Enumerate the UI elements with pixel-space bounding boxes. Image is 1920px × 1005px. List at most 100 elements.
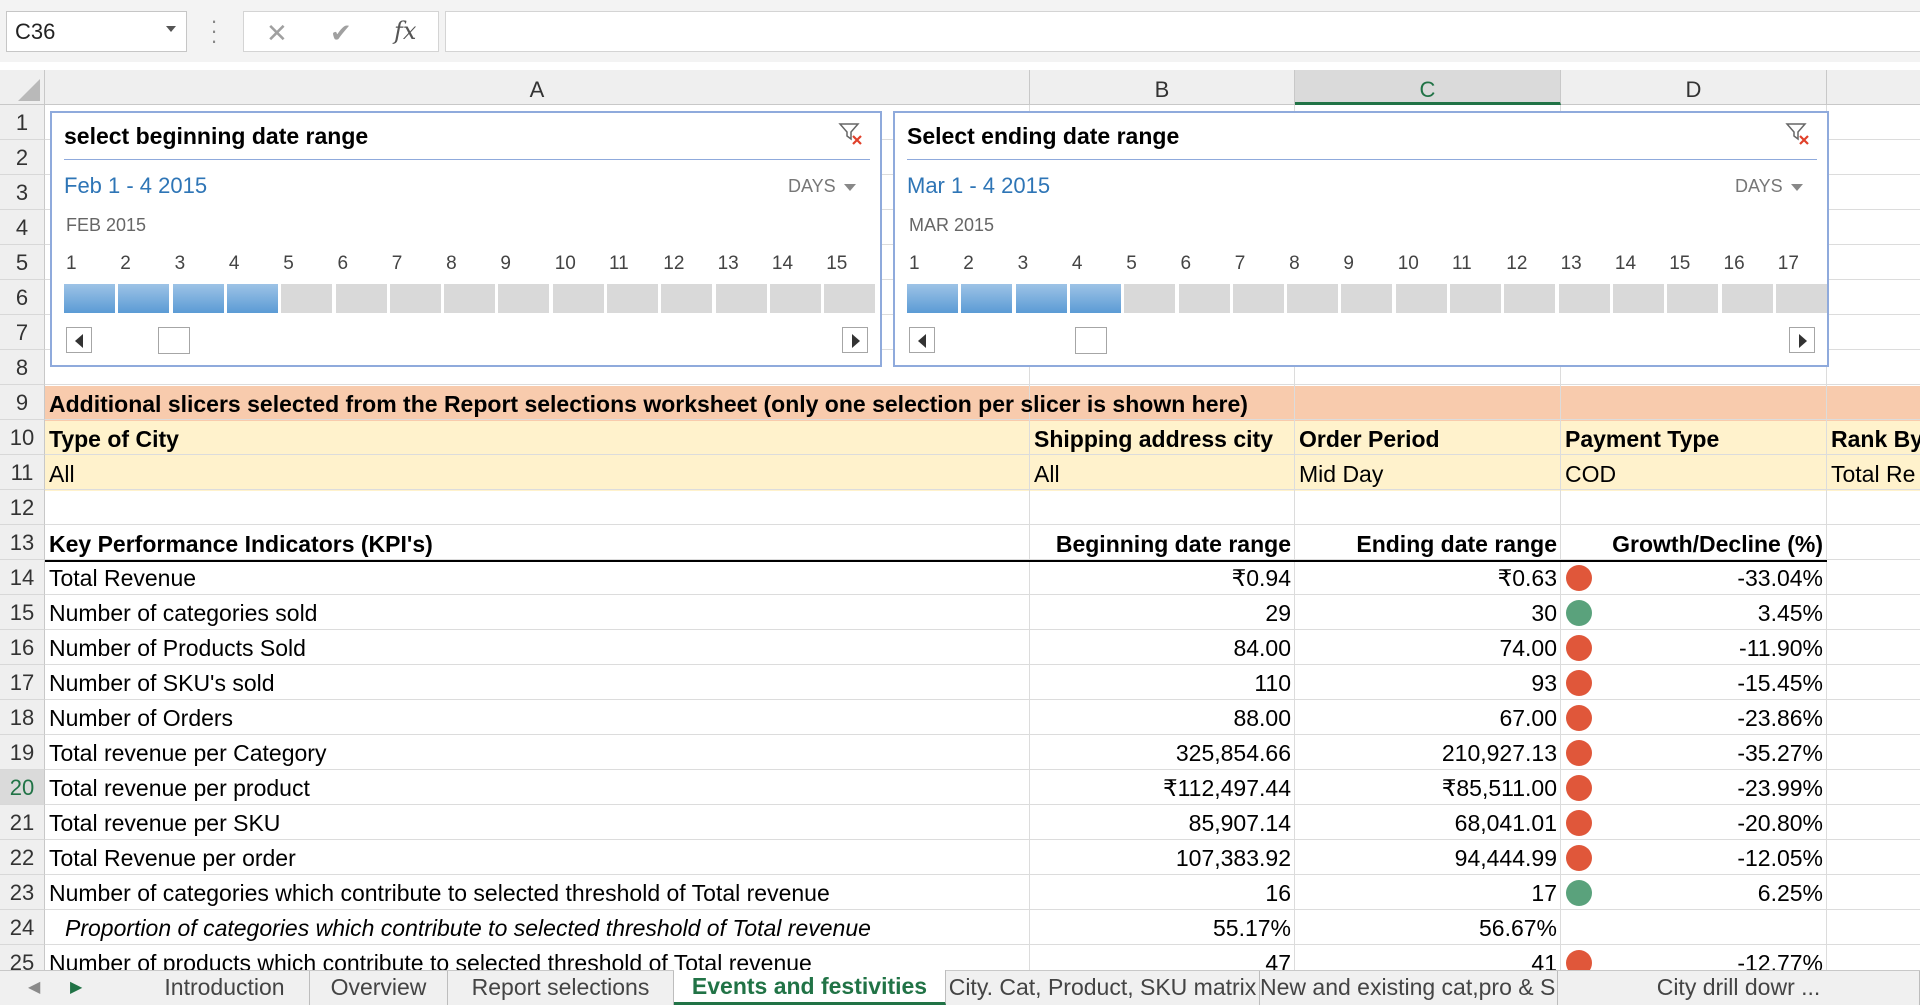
timeline-day-bar[interactable] bbox=[1450, 284, 1501, 313]
sheet-tab[interactable]: Introduction bbox=[140, 971, 310, 1005]
kpi-begin-value[interactable]: 84.00 bbox=[1030, 630, 1295, 665]
row-header-21[interactable]: 21 bbox=[0, 805, 45, 840]
select-all-button[interactable] bbox=[0, 70, 45, 105]
filter-header-city-type[interactable]: Type of City bbox=[45, 421, 1030, 456]
sheet-tab[interactable]: City drill dowr ... bbox=[1558, 971, 1920, 1005]
kpi-growth-value[interactable]: -12.05% bbox=[1561, 840, 1827, 875]
tab-scroll-left-icon[interactable]: ◀ bbox=[28, 977, 40, 997]
enter-icon[interactable]: ✔ bbox=[330, 18, 352, 49]
kpi-label[interactable]: Number of categories sold bbox=[45, 595, 1030, 630]
kpi-header-growth[interactable]: Growth/Decline (%) bbox=[1561, 526, 1827, 561]
kpi-growth-value[interactable]: -15.45% bbox=[1561, 665, 1827, 700]
sheet-tab[interactable]: Events and festivities bbox=[674, 970, 946, 1005]
filter-value-order-period[interactable]: Mid Day bbox=[1295, 456, 1561, 491]
row-header-11[interactable]: 11 bbox=[0, 455, 45, 490]
sheet-tab[interactable]: Overview bbox=[310, 971, 448, 1005]
scroll-left-icon[interactable] bbox=[909, 327, 935, 353]
tab-scroll-right-icon[interactable]: ▶ bbox=[70, 977, 82, 997]
filter-header-payment-type[interactable]: Payment Type bbox=[1561, 421, 1827, 456]
kpi-end-value[interactable]: 67.00 bbox=[1295, 700, 1561, 735]
timeline-day-bar[interactable] bbox=[1612, 284, 1664, 313]
timeline-day-bar[interactable] bbox=[552, 284, 604, 313]
timeline-day-bar[interactable] bbox=[715, 284, 767, 313]
timeline-day-bar[interactable] bbox=[1558, 284, 1610, 313]
kpi-label[interactable]: Total revenue per SKU bbox=[45, 805, 1030, 840]
row-header-2[interactable]: 2 bbox=[0, 140, 45, 175]
timeline-day-bar[interactable] bbox=[769, 284, 821, 313]
row-header-18[interactable]: 18 bbox=[0, 700, 45, 735]
kpi-begin-value[interactable]: ₹0.94 bbox=[1030, 560, 1295, 595]
timeline-day-bar[interactable] bbox=[1287, 284, 1339, 313]
row-header-5[interactable]: 5 bbox=[0, 245, 45, 280]
slicer-level-dropdown[interactable]: DAYS bbox=[788, 176, 856, 197]
timeline-day-bar[interactable] bbox=[335, 284, 387, 313]
row-header-24[interactable]: 24 bbox=[0, 910, 45, 945]
filter-header-rank-by[interactable]: Rank By bbox=[1827, 421, 1920, 456]
kpi-label[interactable]: Total revenue per Category bbox=[45, 735, 1030, 770]
kpi-begin-value[interactable]: 107,383.92 bbox=[1030, 840, 1295, 875]
kpi-end-value[interactable]: 93 bbox=[1295, 665, 1561, 700]
timeline-day-bar[interactable] bbox=[1504, 284, 1556, 313]
timeline-day-bar[interactable] bbox=[1124, 284, 1176, 313]
timeline-day-bar[interactable] bbox=[281, 284, 333, 313]
scroll-right-icon[interactable] bbox=[842, 327, 868, 353]
row-header-16[interactable]: 16 bbox=[0, 630, 45, 665]
kpi-growth-value[interactable] bbox=[1561, 910, 1827, 945]
clear-filter-icon[interactable] bbox=[838, 121, 864, 147]
kpi-label[interactable]: Number of SKU's sold bbox=[45, 665, 1030, 700]
kpi-end-value[interactable]: 210,927.13 bbox=[1295, 735, 1561, 770]
timeline-day-bar[interactable] bbox=[226, 284, 278, 313]
formula-input[interactable] bbox=[445, 11, 1920, 52]
chevron-down-icon[interactable] bbox=[166, 26, 176, 32]
sheet-tab[interactable]: Report selections bbox=[448, 971, 674, 1005]
row-header-6[interactable]: 6 bbox=[0, 280, 45, 315]
kpi-end-value[interactable]: 94,444.99 bbox=[1295, 840, 1561, 875]
kpi-label[interactable]: Total Revenue per order bbox=[45, 840, 1030, 875]
row-header-3[interactable]: 3 bbox=[0, 175, 45, 210]
timeline-day-bar[interactable] bbox=[961, 284, 1013, 313]
scroll-right-icon[interactable] bbox=[1789, 327, 1815, 353]
column-header-a[interactable]: A bbox=[45, 70, 1030, 105]
kpi-begin-value[interactable]: 325,854.66 bbox=[1030, 735, 1295, 770]
timeline-day-bar[interactable] bbox=[607, 284, 658, 313]
sheet-tab[interactable]: New and existing cat,pro & SKU bbox=[1260, 971, 1558, 1005]
row-header-19[interactable]: 19 bbox=[0, 735, 45, 770]
row-header-23[interactable]: 23 bbox=[0, 875, 45, 910]
kpi-begin-value[interactable]: 85,907.14 bbox=[1030, 805, 1295, 840]
kpi-growth-value[interactable]: -33.04% bbox=[1561, 560, 1827, 595]
row-header-8[interactable]: 8 bbox=[0, 350, 45, 385]
more-options-icon[interactable]: · · · bbox=[208, 10, 220, 52]
row-header-1[interactable]: 1 bbox=[0, 105, 45, 140]
kpi-header-end[interactable]: Ending date range bbox=[1295, 526, 1561, 561]
timeline-day-bar[interactable] bbox=[1015, 284, 1067, 313]
kpi-growth-value[interactable]: 3.45% bbox=[1561, 595, 1827, 630]
row-header-22[interactable]: 22 bbox=[0, 840, 45, 875]
kpi-end-value[interactable]: ₹0.63 bbox=[1295, 560, 1561, 595]
timeline-day-bar[interactable] bbox=[389, 284, 441, 313]
kpi-growth-value[interactable]: 6.25% bbox=[1561, 875, 1827, 910]
scroll-left-icon[interactable] bbox=[66, 327, 92, 353]
column-header-b[interactable]: B bbox=[1030, 70, 1295, 105]
kpi-label[interactable]: Proportion of categories which contribut… bbox=[45, 910, 1030, 945]
kpi-label[interactable]: Total Revenue bbox=[45, 560, 1030, 595]
filter-value-city-type[interactable]: All bbox=[45, 456, 1030, 491]
kpi-growth-value[interactable]: -23.86% bbox=[1561, 700, 1827, 735]
filter-header-order-period[interactable]: Order Period bbox=[1295, 421, 1561, 456]
kpi-begin-value[interactable]: 110 bbox=[1030, 665, 1295, 700]
column-header-c[interactable]: C bbox=[1295, 70, 1561, 105]
row-header-15[interactable]: 15 bbox=[0, 595, 45, 630]
row-header-20[interactable]: 20 bbox=[0, 770, 45, 805]
kpi-end-value[interactable]: 56.67% bbox=[1295, 910, 1561, 945]
filter-value-rank-by[interactable]: Total Re bbox=[1827, 456, 1920, 491]
kpi-begin-value[interactable]: ₹112,497.44 bbox=[1030, 770, 1295, 805]
cancel-icon[interactable]: ✕ bbox=[266, 18, 288, 49]
kpi-label[interactable]: Total revenue per product bbox=[45, 770, 1030, 805]
row-header-13[interactable]: 13 bbox=[0, 525, 45, 560]
timeline-day-bar[interactable] bbox=[172, 284, 224, 313]
timeline-scroll-thumb[interactable] bbox=[1075, 327, 1107, 354]
kpi-begin-value[interactable]: 29 bbox=[1030, 595, 1295, 630]
clear-filter-icon[interactable] bbox=[1785, 121, 1811, 147]
timeline-day-bar[interactable] bbox=[118, 284, 170, 313]
row-header-14[interactable]: 14 bbox=[0, 560, 45, 595]
kpi-growth-value[interactable]: -23.99% bbox=[1561, 770, 1827, 805]
